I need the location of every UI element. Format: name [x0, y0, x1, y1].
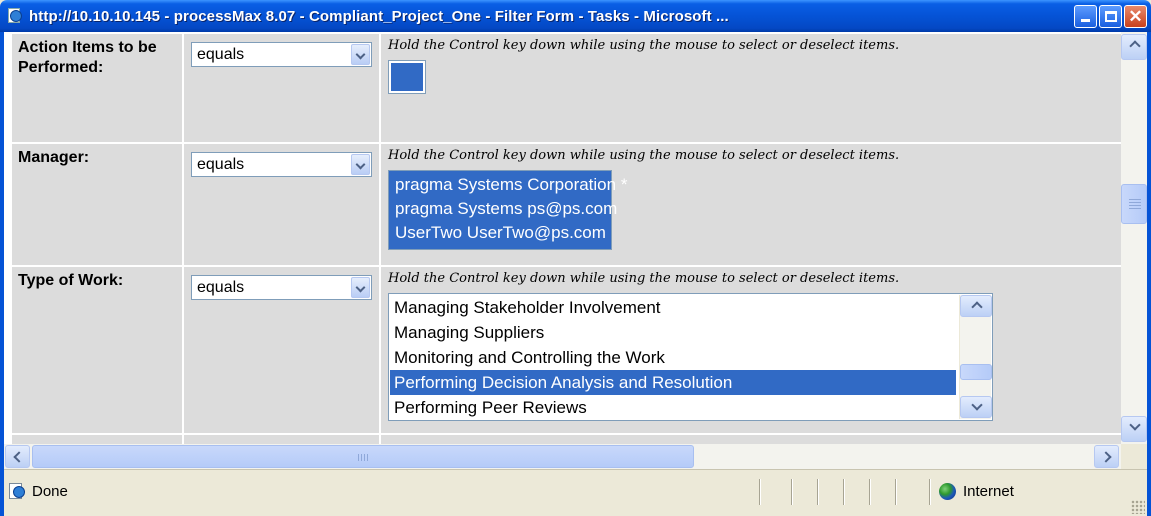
status-divider [817, 479, 819, 505]
maximize-button[interactable] [1099, 4, 1122, 28]
chevron-down-icon[interactable] [351, 154, 370, 175]
operator-select[interactable]: equals [191, 42, 372, 67]
security-zone[interactable]: Internet [939, 479, 1014, 503]
minimize-button[interactable] [1074, 4, 1097, 28]
internet-globe-icon [939, 482, 956, 500]
status-divider [895, 479, 897, 505]
page-vertical-scrollbar[interactable] [1121, 32, 1147, 444]
scroll-thumb[interactable] [1121, 184, 1147, 224]
scroll-right-arrow-icon[interactable] [1094, 445, 1119, 468]
ie-page-icon [6, 7, 24, 25]
chevron-down-icon[interactable] [351, 44, 370, 65]
field-label: Manager: [12, 144, 182, 265]
status-bar: Done Internet [4, 469, 1147, 516]
field-label: Type of Work: [12, 267, 182, 433]
list-item[interactable]: Managing Stakeholder Involvement [390, 295, 956, 320]
list-item[interactable]: Monitoring and Controlling the Work [390, 345, 956, 370]
window-frame-right [1147, 32, 1151, 516]
close-button[interactable]: ✕ [1124, 4, 1147, 28]
status-text: Done [32, 482, 68, 500]
minimize-icon [1081, 18, 1090, 22]
selection-hint: Hold the Control key down while using th… [388, 148, 900, 163]
ie-page-icon [8, 482, 26, 500]
operator-value: equals [197, 156, 245, 173]
list-item[interactable]: UserTwo UserTwo@ps.com [391, 221, 609, 245]
operator-select[interactable]: equals [191, 275, 372, 300]
scroll-thumb[interactable] [32, 445, 694, 468]
type-of-work-listbox[interactable]: Managing Stakeholder Involvement Managin… [388, 293, 993, 421]
filter-row-action-items: Action Items to be Performed: equals Hol… [12, 34, 1121, 142]
scroll-thumb[interactable] [960, 364, 992, 380]
list-item[interactable]: Performing Peer Reviews [390, 395, 956, 420]
list-item[interactable]: pragma Systems ps@ps.com [391, 197, 617, 221]
scroll-down-arrow-icon[interactable] [960, 396, 992, 418]
status-divider [843, 479, 845, 505]
page-horizontal-scrollbar[interactable] [4, 444, 1121, 469]
list-item[interactable]: Managing Suppliers [390, 320, 956, 345]
action-items-listbox[interactable] [388, 60, 426, 94]
status-divider [759, 479, 761, 505]
scroll-down-arrow-icon[interactable] [1121, 416, 1147, 442]
filter-row-type-of-work: Type of Work: equals Hold the Control ke… [12, 267, 1121, 433]
manager-listbox[interactable]: pragma Systems Corporation * pragma Syst… [388, 170, 627, 250]
selected-empty-option[interactable] [391, 63, 423, 91]
scroll-up-arrow-icon[interactable] [1121, 34, 1147, 60]
chevron-down-icon[interactable] [351, 277, 370, 298]
field-label: Action Items to be Performed: [12, 34, 182, 142]
title-bar[interactable]: http://10.10.10.145 - processMax 8.07 - … [0, 0, 1151, 32]
resize-grip-icon[interactable] [1131, 500, 1145, 514]
maximize-icon [1105, 10, 1117, 22]
list-item[interactable]: Performing Decision Analysis and Resolut… [390, 370, 956, 395]
status-divider [869, 479, 871, 505]
filter-row-manager: Manager: equals Hold the Control key dow… [12, 144, 1121, 265]
window-title: http://10.10.10.145 - processMax 8.07 - … [29, 7, 729, 25]
status-divider [929, 479, 931, 505]
operator-value: equals [197, 46, 245, 63]
zone-label: Internet [963, 482, 1014, 500]
operator-value: equals [197, 279, 245, 296]
close-icon: ✕ [1128, 6, 1143, 26]
selection-hint: Hold the Control key down while using th… [388, 271, 900, 286]
listbox-scrollbar[interactable] [959, 295, 992, 419]
filter-row-partial [12, 435, 1121, 444]
scroll-up-arrow-icon[interactable] [960, 295, 992, 317]
operator-select[interactable]: equals [191, 152, 372, 177]
selection-hint: Hold the Control key down while using th… [388, 38, 900, 53]
page-viewport: Action Items to be Performed: equals Hol… [4, 32, 1121, 444]
scrollbar-corner [1121, 444, 1147, 469]
status-divider [791, 479, 793, 505]
list-item[interactable]: pragma Systems Corporation * [391, 173, 627, 197]
scroll-left-arrow-icon[interactable] [5, 445, 30, 468]
